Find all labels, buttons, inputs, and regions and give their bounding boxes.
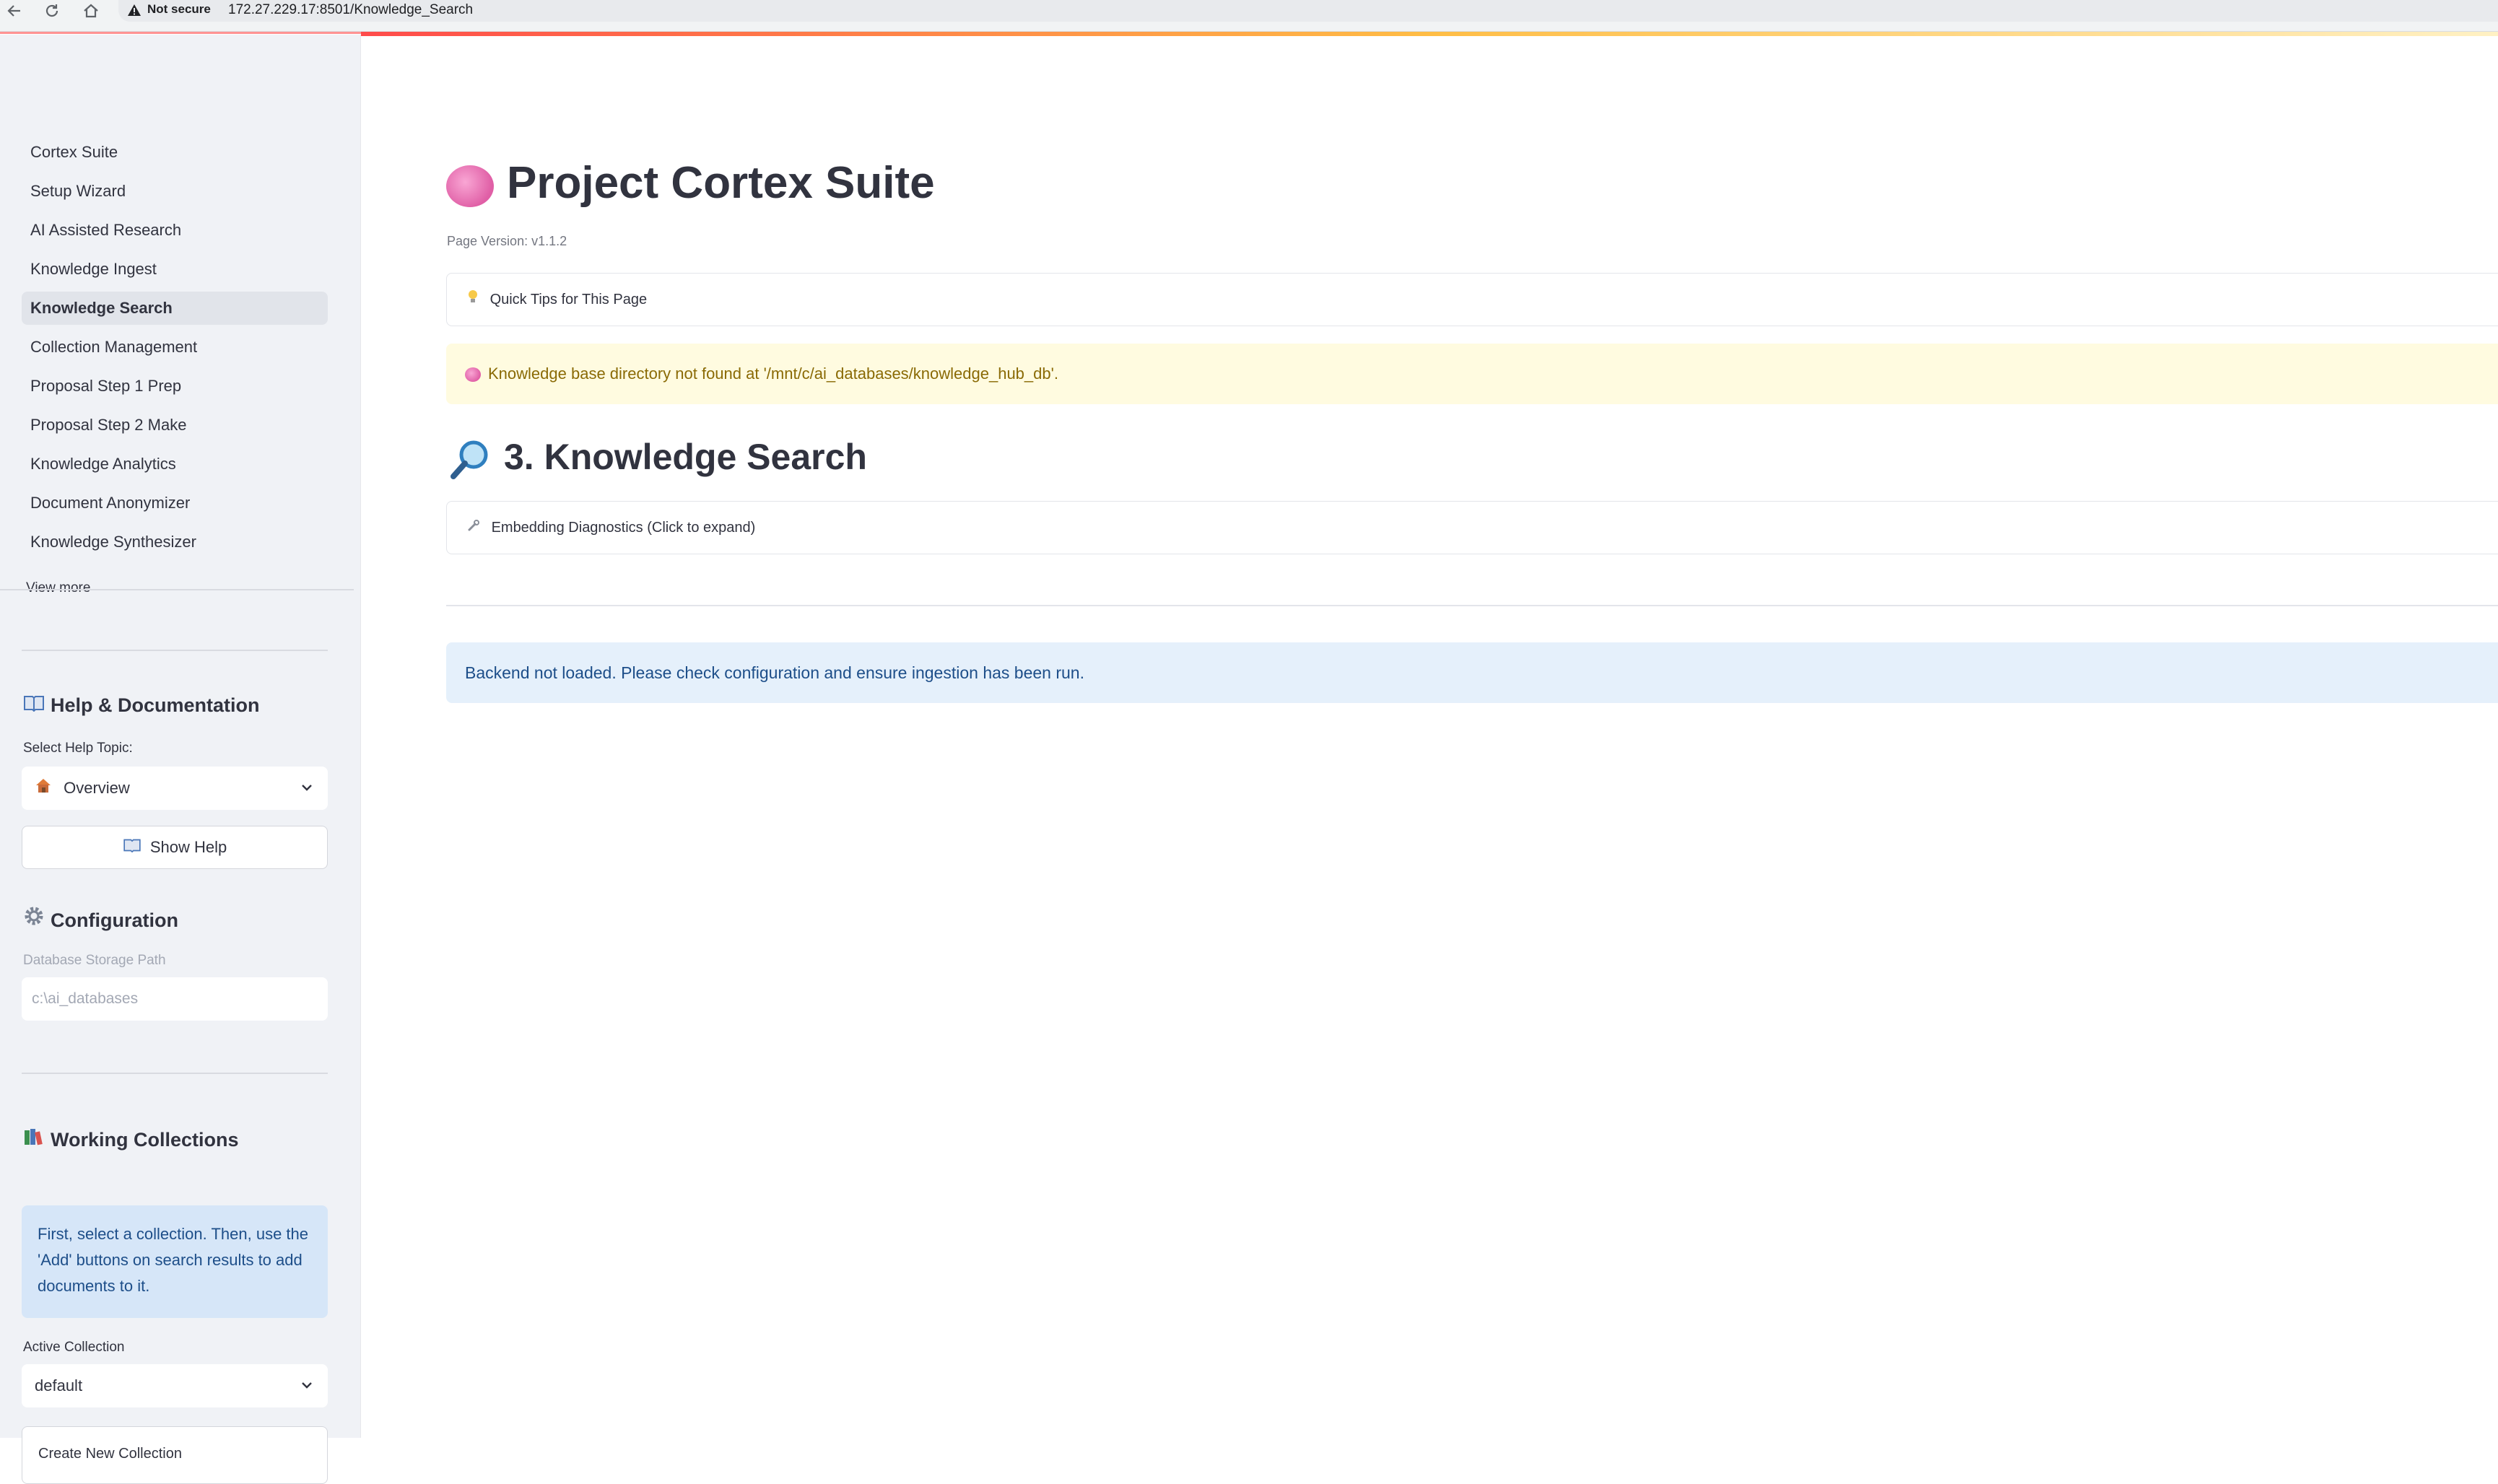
db-path-input[interactable]: c:\ai_databases xyxy=(22,977,328,1021)
config-heading-text: Configuration xyxy=(51,909,178,931)
collections-heading: Working Collections xyxy=(23,1127,239,1151)
sidebar-item-knowledge-analytics[interactable]: Knowledge Analytics xyxy=(22,448,328,481)
sidebar-divider xyxy=(22,650,328,651)
address-bar[interactable]: Not secure 172.27.229.17:8501/Knowledge_… xyxy=(118,0,2498,22)
magnifier-icon xyxy=(449,436,491,481)
quick-tips-expander[interactable]: Quick Tips for This Page xyxy=(446,273,2498,326)
sidebar-item-collection-management[interactable]: Collection Management xyxy=(22,331,328,364)
help-topic-label: Select Help Topic: xyxy=(23,741,133,756)
diagnostics-expander[interactable]: Embedding Diagnostics (Click to expand) xyxy=(446,501,2498,554)
help-heading: Help & Documentation xyxy=(23,694,260,717)
main-divider xyxy=(446,605,2498,606)
show-help-label: Show Help xyxy=(149,838,227,856)
brain-icon xyxy=(446,157,494,209)
collections-heading-text: Working Collections xyxy=(51,1129,239,1151)
sidebar-item-setup-wizard[interactable]: Setup Wizard xyxy=(22,175,328,208)
backend-info-alert: Backend not loaded. Please check configu… xyxy=(446,642,2498,703)
book-icon xyxy=(123,838,146,856)
sidebar-item-knowledge-synthesizer[interactable]: Knowledge Synthesizer xyxy=(22,525,328,559)
active-collection-select[interactable]: default xyxy=(22,1364,328,1407)
view-more-link[interactable]: View more xyxy=(26,580,90,596)
home-icon[interactable] xyxy=(77,0,105,22)
chevron-down-icon xyxy=(299,1364,315,1424)
lightbulb-icon xyxy=(467,290,483,307)
book-icon xyxy=(23,694,45,717)
section-heading: 3. Knowledge Search xyxy=(449,436,867,481)
warning-triangle-icon xyxy=(127,3,142,21)
books-icon xyxy=(23,1127,45,1151)
brain-icon xyxy=(465,365,481,383)
diagnostics-label: Embedding Diagnostics (Click to expand) xyxy=(491,520,756,536)
help-topic-select[interactable]: Overview xyxy=(22,767,328,810)
house-icon xyxy=(35,779,56,797)
warning-text: Knowledge base directory not found at '/… xyxy=(488,365,1058,383)
page-version: Page Version: v1.1.2 xyxy=(447,234,567,248)
create-collection-expander[interactable]: Create New Collection xyxy=(22,1426,328,1484)
security-label[interactable]: Not secure xyxy=(147,2,211,17)
sidebar-item-document-anonymizer[interactable]: Document Anonymizer xyxy=(22,486,328,520)
sidebar-item-ai-assisted-research[interactable]: AI Assisted Research xyxy=(22,214,328,247)
active-collection-value: default xyxy=(35,1376,83,1394)
main-content: Project Cortex Suite Page Version: v1.1.… xyxy=(361,32,2498,1438)
sidebar-item-knowledge-search[interactable]: Knowledge Search xyxy=(22,292,328,325)
header-decoration-strip xyxy=(361,32,2498,36)
wrench-icon xyxy=(467,520,484,536)
sidebar-item-cortex-suite[interactable]: Cortex Suite xyxy=(22,136,328,169)
sidebar: Cortex Suite Setup Wizard AI Assisted Rese… xyxy=(0,35,361,1484)
warning-alert: Knowledge base directory not found at '/… xyxy=(446,344,2498,404)
url-text[interactable]: 172.27.229.17:8501/Knowledge_Search xyxy=(228,2,473,18)
sidebar-divider xyxy=(22,1073,328,1074)
help-topic-value: Overview xyxy=(64,779,130,797)
active-collection-label: Active Collection xyxy=(23,1340,125,1355)
reload-icon[interactable] xyxy=(38,0,66,22)
sidebar-divider xyxy=(0,589,354,590)
sidebar-item-knowledge-ingest[interactable]: Knowledge Ingest xyxy=(22,253,328,286)
config-heading: Configuration xyxy=(23,905,178,932)
help-heading-text: Help & Documentation xyxy=(51,694,260,716)
sidebar-item-proposal-step-2-make[interactable]: Proposal Step 2 Make xyxy=(22,409,328,442)
quick-tips-label: Quick Tips for This Page xyxy=(489,292,648,307)
browser-toolbar: Not secure 172.27.229.17:8501/Knowledge_… xyxy=(0,0,2498,32)
page-title: Project Cortex Suite xyxy=(446,157,935,209)
back-icon[interactable] xyxy=(0,0,29,22)
gear-icon xyxy=(23,905,45,932)
sidebar-item-proposal-step-1-prep[interactable]: Proposal Step 1 Prep xyxy=(22,370,328,403)
db-path-label: Database Storage Path xyxy=(23,953,166,968)
loading-strip xyxy=(0,32,361,34)
chevron-down-icon xyxy=(299,767,315,826)
section-heading-text: 3. Knowledge Search xyxy=(504,437,867,477)
page-title-text: Project Cortex Suite xyxy=(507,158,935,208)
collections-info-box: First, select a collection. Then, use th… xyxy=(22,1205,328,1318)
show-help-button[interactable]: Show Help xyxy=(22,826,328,869)
